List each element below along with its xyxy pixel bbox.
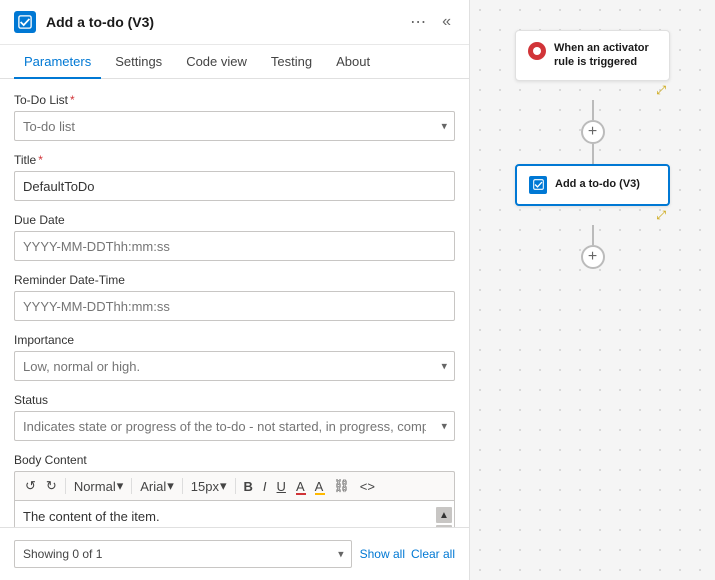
bold-button[interactable]: B: [240, 477, 257, 496]
scroll-down-arrow[interactable]: ▼: [436, 525, 452, 527]
status-select-wrap: ▾: [14, 411, 455, 441]
editor-toolbar: ↺ ↻ Normal ▾ Arial ▾ 15px ▾ B I U A A ⛓ …: [14, 471, 455, 500]
checkbox-icon: [18, 15, 32, 29]
editor-content: The content of the item.: [23, 509, 160, 524]
editor-scrollbars: ▲ ▼: [436, 507, 452, 527]
title-input[interactable]: [14, 171, 455, 201]
redo-button[interactable]: ↻: [42, 476, 61, 496]
reminder-datetime-label: Reminder Date-Time: [14, 273, 455, 287]
code-button[interactable]: <>: [356, 477, 379, 496]
action-icon-svg: [533, 179, 544, 190]
trigger-node-footer: ⤢: [515, 81, 670, 100]
trigger-error-icon: [528, 42, 546, 60]
connector-line-2: [592, 144, 594, 164]
italic-button[interactable]: I: [259, 477, 271, 496]
right-panel: When an activator rule is triggered ⤢ + …: [470, 0, 715, 580]
title-group: Title*: [14, 153, 455, 201]
left-panel: Add a to-do (V3) ⋯ « Parameters Settings…: [0, 0, 470, 580]
advanced-parameters-section: ▾ Show all Clear all: [0, 527, 469, 580]
importance-label: Importance: [14, 333, 455, 347]
tab-settings[interactable]: Settings: [105, 45, 172, 79]
show-all-button[interactable]: Show all: [360, 547, 405, 561]
advanced-actions: Show all Clear all: [360, 547, 455, 561]
reminder-datetime-group: Reminder Date-Time: [14, 273, 455, 321]
connector-line-1: [592, 100, 594, 120]
due-date-label: Due Date: [14, 213, 455, 227]
add-step-button-1[interactable]: +: [581, 120, 605, 144]
undo-button[interactable]: ↺: [21, 476, 40, 496]
toolbar-separator-3: [182, 478, 183, 494]
clear-all-button[interactable]: Clear all: [411, 547, 455, 561]
action-node-footer: ⤢: [515, 206, 670, 225]
toolbar-separator-4: [235, 478, 236, 494]
body-content-label: Body Content: [14, 453, 455, 467]
header-icon: [14, 11, 36, 33]
due-date-input[interactable]: [14, 231, 455, 261]
tab-code-view[interactable]: Code view: [176, 45, 257, 79]
scroll-up-arrow[interactable]: ▲: [436, 507, 452, 523]
connector-line-3: [592, 225, 594, 245]
trigger-expand-icon: ⤢: [656, 83, 666, 98]
action-checkbox-icon: [529, 176, 547, 194]
tab-bar: Parameters Settings Code view Testing Ab…: [0, 45, 469, 79]
underline-button[interactable]: U: [273, 477, 290, 496]
reminder-datetime-input[interactable]: [14, 291, 455, 321]
header-actions: ⋯ «: [406, 10, 455, 34]
panel-title: Add a to-do (V3): [46, 14, 396, 30]
todo-list-group: To-Do List* ▾: [14, 93, 455, 141]
action-node-label: Add a to-do (V3): [555, 177, 640, 191]
importance-group: Importance ▾: [14, 333, 455, 381]
importance-input[interactable]: [14, 351, 455, 381]
flow-connector-2: +: [581, 225, 605, 269]
todo-list-input[interactable]: [14, 111, 455, 141]
flow-connector-1: +: [581, 100, 605, 164]
status-input[interactable]: [14, 411, 455, 441]
form-content: To-Do List* ▾ Title* Due Date Reminder D…: [0, 79, 469, 527]
status-label: Status: [14, 393, 455, 407]
tab-parameters[interactable]: Parameters: [14, 45, 101, 79]
font-size-dropdown[interactable]: 15px ▾: [187, 476, 231, 496]
advanced-showing-input[interactable]: [14, 540, 352, 568]
font-style-dropdown[interactable]: Normal ▾: [70, 476, 127, 496]
font-color-button[interactable]: A: [292, 477, 309, 496]
highlight-button[interactable]: A: [311, 477, 328, 496]
panel-header: Add a to-do (V3) ⋯ «: [0, 0, 469, 45]
add-step-button-2[interactable]: +: [581, 245, 605, 269]
trigger-node[interactable]: When an activator rule is triggered: [515, 30, 670, 81]
status-group: Status ▾: [14, 393, 455, 441]
more-options-button[interactable]: ⋯: [406, 10, 430, 34]
importance-select-wrap: ▾: [14, 351, 455, 381]
todo-list-label: To-Do List*: [14, 93, 455, 107]
action-expand-icon: ⤢: [656, 208, 666, 223]
trigger-node-label: When an activator rule is triggered: [554, 41, 657, 70]
due-date-group: Due Date: [14, 213, 455, 261]
tab-about[interactable]: About: [326, 45, 380, 79]
action-node[interactable]: Add a to-do (V3): [515, 164, 670, 206]
toolbar-separator-1: [65, 478, 66, 494]
body-content-editor[interactable]: The content of the item. ▲ ▼: [14, 500, 455, 527]
body-content-group: Body Content ↺ ↻ Normal ▾ Arial ▾ 15px ▾…: [14, 453, 455, 527]
advanced-select-wrap: ▾: [14, 540, 352, 568]
font-family-dropdown[interactable]: Arial ▾: [136, 476, 178, 496]
title-label: Title*: [14, 153, 455, 167]
toolbar-separator-2: [131, 478, 132, 494]
collapse-button[interactable]: «: [438, 11, 455, 33]
todo-list-select-wrap: ▾: [14, 111, 455, 141]
tab-testing[interactable]: Testing: [261, 45, 322, 79]
link-button[interactable]: ⛓: [329, 476, 354, 496]
